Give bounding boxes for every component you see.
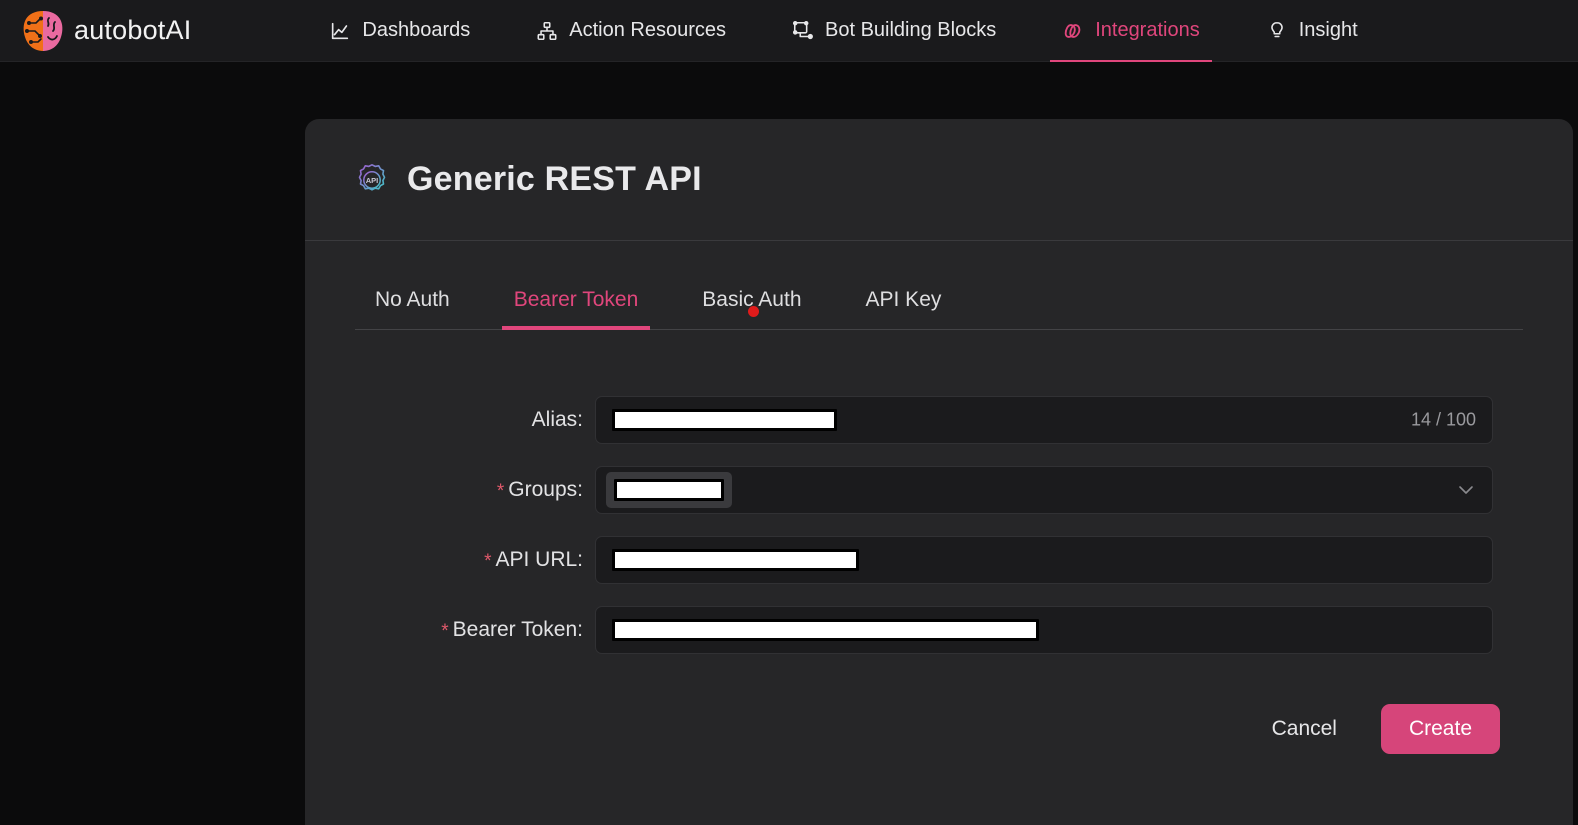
tab-label: API Key — [865, 288, 942, 311]
redacted-value — [612, 409, 837, 431]
api-gear-badge-icon: API — [355, 163, 389, 197]
group-chip[interactable] — [606, 472, 732, 508]
form-row-bearer-token: * Bearer Token: — [305, 606, 1573, 654]
tab-label: Bearer Token — [513, 288, 639, 311]
top-navigation-bar: autobotAI Dashboards Action Resources Bo… — [0, 0, 1578, 62]
api-url-label: * API URL: — [305, 548, 595, 573]
nav-item-label: Integrations — [1095, 19, 1200, 41]
form-row-api-url: * API URL: — [305, 536, 1573, 584]
api-url-input[interactable] — [595, 536, 1493, 584]
redacted-value — [614, 479, 724, 501]
nav-item-bot-building-blocks[interactable]: Bot Building Blocks — [780, 0, 1008, 62]
tab-bearer-token[interactable]: Bearer Token — [501, 288, 651, 330]
brain-circuit-logo-icon — [22, 9, 64, 53]
groups-select[interactable] — [595, 466, 1493, 514]
card-header: API Generic REST API — [305, 119, 1573, 241]
nav-item-label: Insight — [1298, 19, 1358, 41]
line-chart-icon — [329, 20, 351, 42]
integration-form: Alias: 14 / 100 * Groups: * API URL: * B… — [305, 330, 1573, 754]
brand-name: autobotAI — [74, 15, 192, 45]
cancel-button[interactable]: Cancel — [1254, 707, 1355, 751]
alias-label-text: Alias: — [531, 408, 583, 431]
link-chain-icon — [1062, 20, 1084, 42]
alias-input[interactable]: 14 / 100 — [595, 396, 1493, 444]
auth-type-tabs: No Auth Bearer Token Basic Auth API Key — [355, 241, 1523, 330]
bearer-token-input[interactable] — [595, 606, 1493, 654]
bearer-token-label: * Bearer Token: — [305, 618, 595, 643]
groups-label-text: Groups: — [508, 477, 583, 501]
required-asterisk: * — [484, 550, 492, 572]
tab-label: No Auth — [375, 288, 450, 311]
form-row-alias: Alias: 14 / 100 — [305, 396, 1573, 444]
redacted-value — [612, 619, 1039, 641]
tab-label: Basic Auth — [702, 288, 802, 311]
lightbulb-icon — [1266, 20, 1288, 42]
nav-item-label: Bot Building Blocks — [825, 19, 997, 41]
nav-item-integrations[interactable]: Integrations — [1050, 0, 1212, 62]
create-button[interactable]: Create — [1380, 704, 1500, 754]
main-nav: Dashboards Action Resources Bot Building… — [317, 0, 1369, 62]
nav-item-dashboards[interactable]: Dashboards — [317, 0, 482, 62]
nav-item-action-resources[interactable]: Action Resources — [524, 0, 738, 62]
page-title: Generic REST API — [407, 160, 702, 198]
bearer-token-label-text: Bearer Token: — [452, 617, 583, 641]
integration-config-card: API Generic REST API No Auth Bearer Toke… — [305, 119, 1573, 825]
sitemap-icon — [536, 20, 558, 42]
api-badge-text: API — [366, 176, 379, 185]
required-asterisk: * — [496, 480, 505, 502]
required-asterisk: * — [441, 620, 449, 642]
tab-api-key[interactable]: API Key — [854, 288, 954, 329]
tab-basic-auth[interactable]: Basic Auth — [690, 288, 813, 329]
blocks-nodes-icon — [792, 20, 814, 42]
brand-logo-link[interactable]: autobotAI — [22, 9, 191, 53]
api-url-label-text: API URL: — [495, 547, 583, 571]
nav-item-insight[interactable]: Insight — [1254, 0, 1370, 62]
form-actions: Cancel Create — [305, 676, 1573, 754]
tab-no-auth[interactable]: No Auth — [363, 288, 462, 329]
alias-label: Alias: — [305, 408, 595, 432]
nav-item-label: Action Resources — [569, 19, 726, 41]
form-row-groups: * Groups: — [305, 466, 1573, 514]
alias-char-counter: 14 / 100 — [1410, 409, 1476, 430]
groups-label: * Groups: — [305, 478, 595, 503]
redacted-value — [612, 549, 859, 571]
nav-item-label: Dashboards — [362, 19, 471, 41]
